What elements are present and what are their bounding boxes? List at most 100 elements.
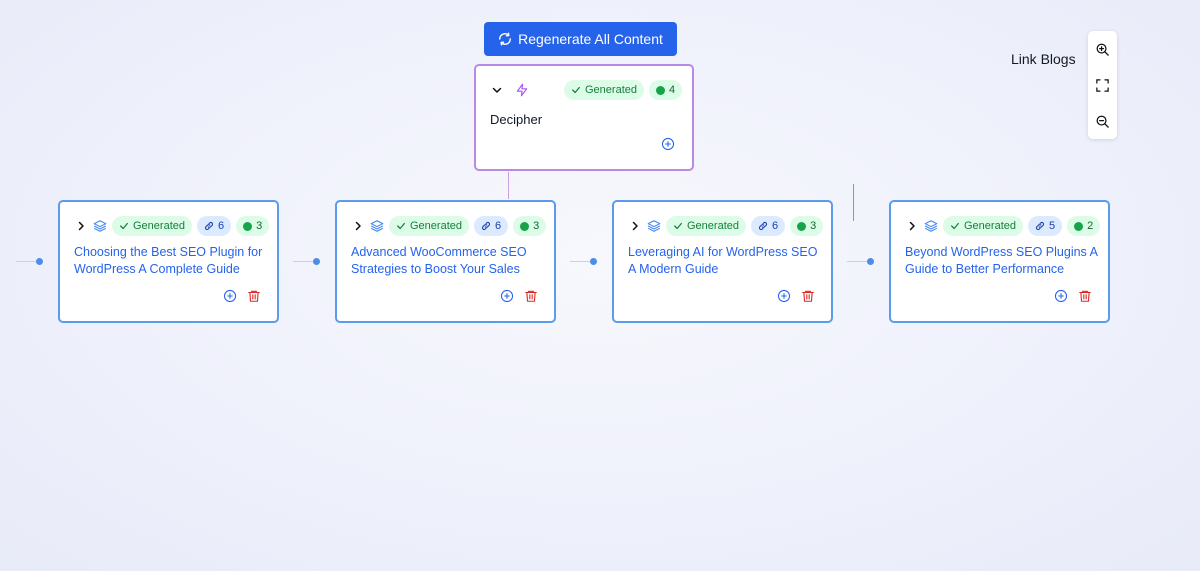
- connector-handle[interactable]: [313, 258, 320, 265]
- status-badge: Generated: [943, 216, 1023, 236]
- connector-line: [853, 184, 854, 221]
- chevron-right-icon: [78, 221, 84, 231]
- child-node-actions: [777, 289, 815, 303]
- add-child-button[interactable]: [500, 289, 514, 303]
- link-count: 5: [1048, 220, 1056, 232]
- content-dot-icon: [243, 221, 253, 231]
- child-node-actions: [223, 289, 261, 303]
- zoom-out-button[interactable]: [1088, 104, 1117, 138]
- status-label: Generated: [410, 220, 462, 232]
- link-count: 6: [494, 220, 502, 232]
- trash-icon: [802, 290, 814, 302]
- link-count-badge: 6: [196, 216, 232, 236]
- status-label: Generated: [687, 220, 739, 232]
- connector-line: [293, 261, 315, 262]
- root-connector-line: [508, 172, 509, 199]
- delete-node-button[interactable]: [524, 289, 538, 303]
- add-child-button[interactable]: [1054, 289, 1068, 303]
- trash-icon: [248, 290, 260, 302]
- link-icon: [758, 221, 768, 231]
- expand-toggle[interactable]: [74, 219, 88, 233]
- child-node-title[interactable]: Choosing the Best SEO Plugin for WordPre…: [74, 244, 267, 278]
- check-icon: [951, 222, 959, 230]
- plus-circle-icon: [777, 289, 791, 303]
- child-node-header: Generated 6 3: [628, 216, 824, 236]
- check-icon: [120, 222, 128, 230]
- connector-handle[interactable]: [590, 258, 597, 265]
- child-node-actions: [1054, 289, 1092, 303]
- delete-node-button[interactable]: [801, 289, 815, 303]
- collapse-toggle[interactable]: [490, 83, 504, 97]
- child-node-title[interactable]: Advanced WooCommerce SEO Strategies to B…: [351, 244, 544, 278]
- mind-map-canvas[interactable]: Regenerate All Content Link Blogs Genera…: [0, 0, 1200, 571]
- trash-icon: [525, 290, 537, 302]
- child-node-card[interactable]: Generated 6 3 Choosing the Best SEO Plug…: [58, 200, 279, 323]
- root-node-card[interactable]: Generated 4 Decipher: [474, 64, 694, 171]
- chevron-right-icon: [632, 221, 638, 231]
- link-count: 6: [771, 220, 779, 232]
- zoom-controls: [1088, 31, 1117, 139]
- delete-node-button[interactable]: [247, 289, 261, 303]
- root-node-title: Decipher: [490, 112, 543, 127]
- link-count: 6: [217, 220, 225, 232]
- content-dot-icon: [655, 85, 665, 95]
- child-node-title[interactable]: Leveraging AI for WordPress SEO A Modern…: [628, 244, 821, 278]
- content-count-badge: 3: [513, 216, 547, 236]
- content-dot-icon: [520, 221, 530, 231]
- content-count: 2: [1087, 220, 1094, 232]
- layers-icon: [924, 219, 938, 233]
- link-count-badge: 5: [1027, 216, 1063, 236]
- chevron-right-icon: [909, 221, 915, 231]
- content-count-badge: 2: [1067, 216, 1101, 236]
- expand-toggle[interactable]: [905, 219, 919, 233]
- link-icon: [1035, 221, 1045, 231]
- root-node-actions: [661, 137, 675, 151]
- child-node-card[interactable]: Generated 6 3 Advanced WooCommerce SEO S…: [335, 200, 556, 323]
- add-child-button[interactable]: [777, 289, 791, 303]
- content-count: 3: [256, 220, 263, 232]
- status-label: Generated: [585, 84, 637, 96]
- plus-circle-icon: [661, 137, 675, 151]
- add-child-button[interactable]: [223, 289, 237, 303]
- connector-handle[interactable]: [867, 258, 874, 265]
- zoom-in-button[interactable]: [1088, 32, 1117, 66]
- child-node-header: Generated 5 2: [905, 216, 1101, 236]
- layers-icon: [93, 219, 107, 233]
- expand-toggle[interactable]: [628, 219, 642, 233]
- connector-line: [847, 261, 869, 262]
- status-badge: Generated: [112, 216, 192, 236]
- content-count-badge: 3: [790, 216, 824, 236]
- zoom-in-icon: [1096, 43, 1109, 56]
- zoom-out-icon: [1096, 115, 1109, 128]
- regenerate-all-button[interactable]: Regenerate All Content: [484, 22, 677, 56]
- fit-screen-button[interactable]: [1088, 68, 1117, 102]
- status-badge: Generated: [564, 80, 644, 100]
- trash-icon: [1079, 290, 1091, 302]
- child-node-card[interactable]: Generated 5 2 Beyond WordPress SEO Plugi…: [889, 200, 1110, 323]
- child-node-actions: [500, 289, 538, 303]
- status-badge: Generated: [666, 216, 746, 236]
- content-count: 3: [533, 220, 540, 232]
- regenerate-all-label: Regenerate All Content: [518, 31, 663, 47]
- child-node-header: Generated 6 3: [74, 216, 270, 236]
- content-count-badge: 3: [236, 216, 270, 236]
- plus-circle-icon: [500, 289, 514, 303]
- check-icon: [674, 222, 682, 230]
- chevron-right-icon: [355, 221, 361, 231]
- layers-icon: [647, 219, 661, 233]
- content-count-badge: 4: [648, 80, 683, 100]
- link-blogs-label: Link Blogs: [1011, 51, 1076, 67]
- connector-handle[interactable]: [36, 258, 43, 265]
- link-icon: [204, 221, 214, 231]
- connector-line: [570, 261, 592, 262]
- add-child-button[interactable]: [661, 137, 675, 151]
- content-dot-icon: [1074, 221, 1084, 231]
- child-node-card[interactable]: Generated 6 3 Leveraging AI for WordPres…: [612, 200, 833, 323]
- delete-node-button[interactable]: [1078, 289, 1092, 303]
- child-node-title[interactable]: Beyond WordPress SEO Plugins A Guide to …: [905, 244, 1098, 278]
- lightning-icon: [515, 83, 529, 97]
- link-icon: [481, 221, 491, 231]
- expand-toggle[interactable]: [351, 219, 365, 233]
- child-node-header: Generated 6 3: [351, 216, 547, 236]
- status-label: Generated: [964, 220, 1016, 232]
